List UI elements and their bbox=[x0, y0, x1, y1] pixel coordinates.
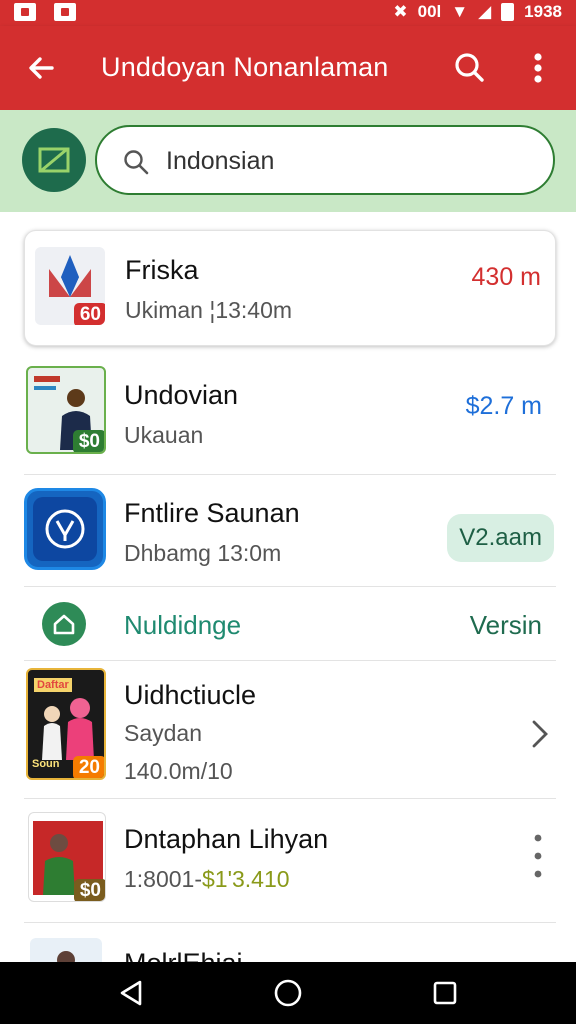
list-item[interactable]: 60 Friska Ukiman ¦13:40m 430 m bbox=[24, 230, 556, 346]
chevron-right-icon[interactable] bbox=[526, 714, 552, 754]
signal-icon: ◢ bbox=[478, 2, 492, 21]
mute-icon: ✖ bbox=[393, 2, 408, 21]
search-icon[interactable] bbox=[450, 48, 490, 88]
app-notification-icon bbox=[54, 3, 76, 21]
list-item[interactable]: MolrlEhiai bbox=[24, 932, 556, 962]
item-value: 430 m bbox=[471, 263, 541, 291]
item-thumbnail: $0 bbox=[26, 366, 106, 454]
list-divider bbox=[24, 586, 556, 587]
item-title: Undovian bbox=[124, 380, 239, 410]
more-vert-icon[interactable] bbox=[528, 830, 548, 882]
recents-nav-icon[interactable] bbox=[428, 976, 462, 1010]
list-divider bbox=[24, 798, 556, 799]
item-subtitle: 1:8001-$1'3.410 bbox=[124, 866, 290, 893]
network-text: 00l bbox=[417, 2, 442, 21]
item-title: Friska bbox=[125, 255, 199, 285]
item-subtitle-secondary: 140.0m/10 bbox=[124, 758, 233, 784]
item-badge: $0 bbox=[73, 879, 105, 901]
list-item[interactable]: Daftar Soun 20 Uidhctiucle Saydan 140.0m… bbox=[24, 664, 556, 800]
item-badge: 20 bbox=[72, 756, 104, 778]
section-header: Nuldidnge Versin bbox=[24, 590, 556, 660]
app-logo-icon[interactable] bbox=[22, 128, 86, 192]
section-action[interactable]: Versin bbox=[470, 610, 542, 641]
wifi-icon: ▼ bbox=[451, 2, 469, 21]
battery-icon bbox=[501, 3, 515, 21]
navigation-bar bbox=[0, 962, 576, 1024]
app-bar: Unddoyan Nonanlaman bbox=[0, 26, 576, 110]
list-divider bbox=[24, 922, 556, 923]
notification-icon bbox=[14, 3, 36, 21]
item-badge: 60 bbox=[73, 303, 105, 325]
results-list: 60 Friska Ukiman ¦13:40m 430 m $0 Undovi… bbox=[0, 212, 576, 962]
search-value: Indonsian bbox=[166, 147, 275, 175]
list-divider bbox=[24, 474, 556, 475]
item-title: Dntaphan Lihyan bbox=[124, 824, 329, 854]
search-icon bbox=[121, 147, 151, 177]
search-input[interactable]: Indonsian bbox=[95, 125, 555, 195]
item-badge: $0 bbox=[72, 430, 104, 452]
item-price: $1'3.410 bbox=[202, 866, 290, 892]
item-subtitle: Dhbamg 13:0m bbox=[124, 540, 282, 566]
item-subtitle: Saydan bbox=[124, 720, 203, 746]
app-icon bbox=[24, 488, 106, 570]
item-title: Fntlire Saunan bbox=[124, 498, 300, 528]
more-vert-icon[interactable] bbox=[520, 48, 556, 88]
item-thumbnail: 60 bbox=[35, 247, 105, 325]
item-title: MolrlEhiai bbox=[124, 948, 243, 962]
item-subtitle: Ukiman ¦13:40m bbox=[125, 297, 293, 323]
app-title: Unddoyan Nonanlaman bbox=[101, 52, 389, 82]
list-item[interactable]: $0 Dntaphan Lihyan 1:8001-$1'3.410 bbox=[24, 808, 556, 926]
thumb-caption: Soun bbox=[32, 758, 60, 770]
version-chip[interactable]: V2.aam bbox=[447, 514, 554, 562]
item-subtitle: Ukauan bbox=[124, 422, 204, 448]
section-title: Nuldidnge bbox=[124, 610, 242, 640]
back-arrow-icon[interactable] bbox=[22, 48, 62, 88]
home-nav-icon[interactable] bbox=[271, 976, 305, 1010]
list-divider bbox=[24, 660, 556, 661]
back-nav-icon[interactable] bbox=[114, 976, 148, 1010]
item-title: Uidhctiucle bbox=[124, 680, 257, 710]
list-item[interactable]: $0 Undovian Ukauan $2.7 m bbox=[24, 362, 556, 474]
item-value: $2.7 m bbox=[465, 392, 542, 420]
item-thumbnail: $0 bbox=[28, 812, 106, 902]
list-item[interactable]: Fntlire Saunan Dhbamg 13:0m V2.aam bbox=[24, 484, 556, 592]
search-strip: Indonsian bbox=[0, 110, 576, 212]
status-bar: ✖ 00l ▼ ◢ 1938 bbox=[0, 0, 576, 26]
home-icon bbox=[42, 602, 86, 646]
item-code: 1:8001- bbox=[124, 866, 203, 892]
item-thumbnail bbox=[30, 938, 102, 962]
clock: 1938 bbox=[524, 2, 562, 21]
item-thumbnail: Daftar Soun 20 bbox=[26, 668, 106, 780]
